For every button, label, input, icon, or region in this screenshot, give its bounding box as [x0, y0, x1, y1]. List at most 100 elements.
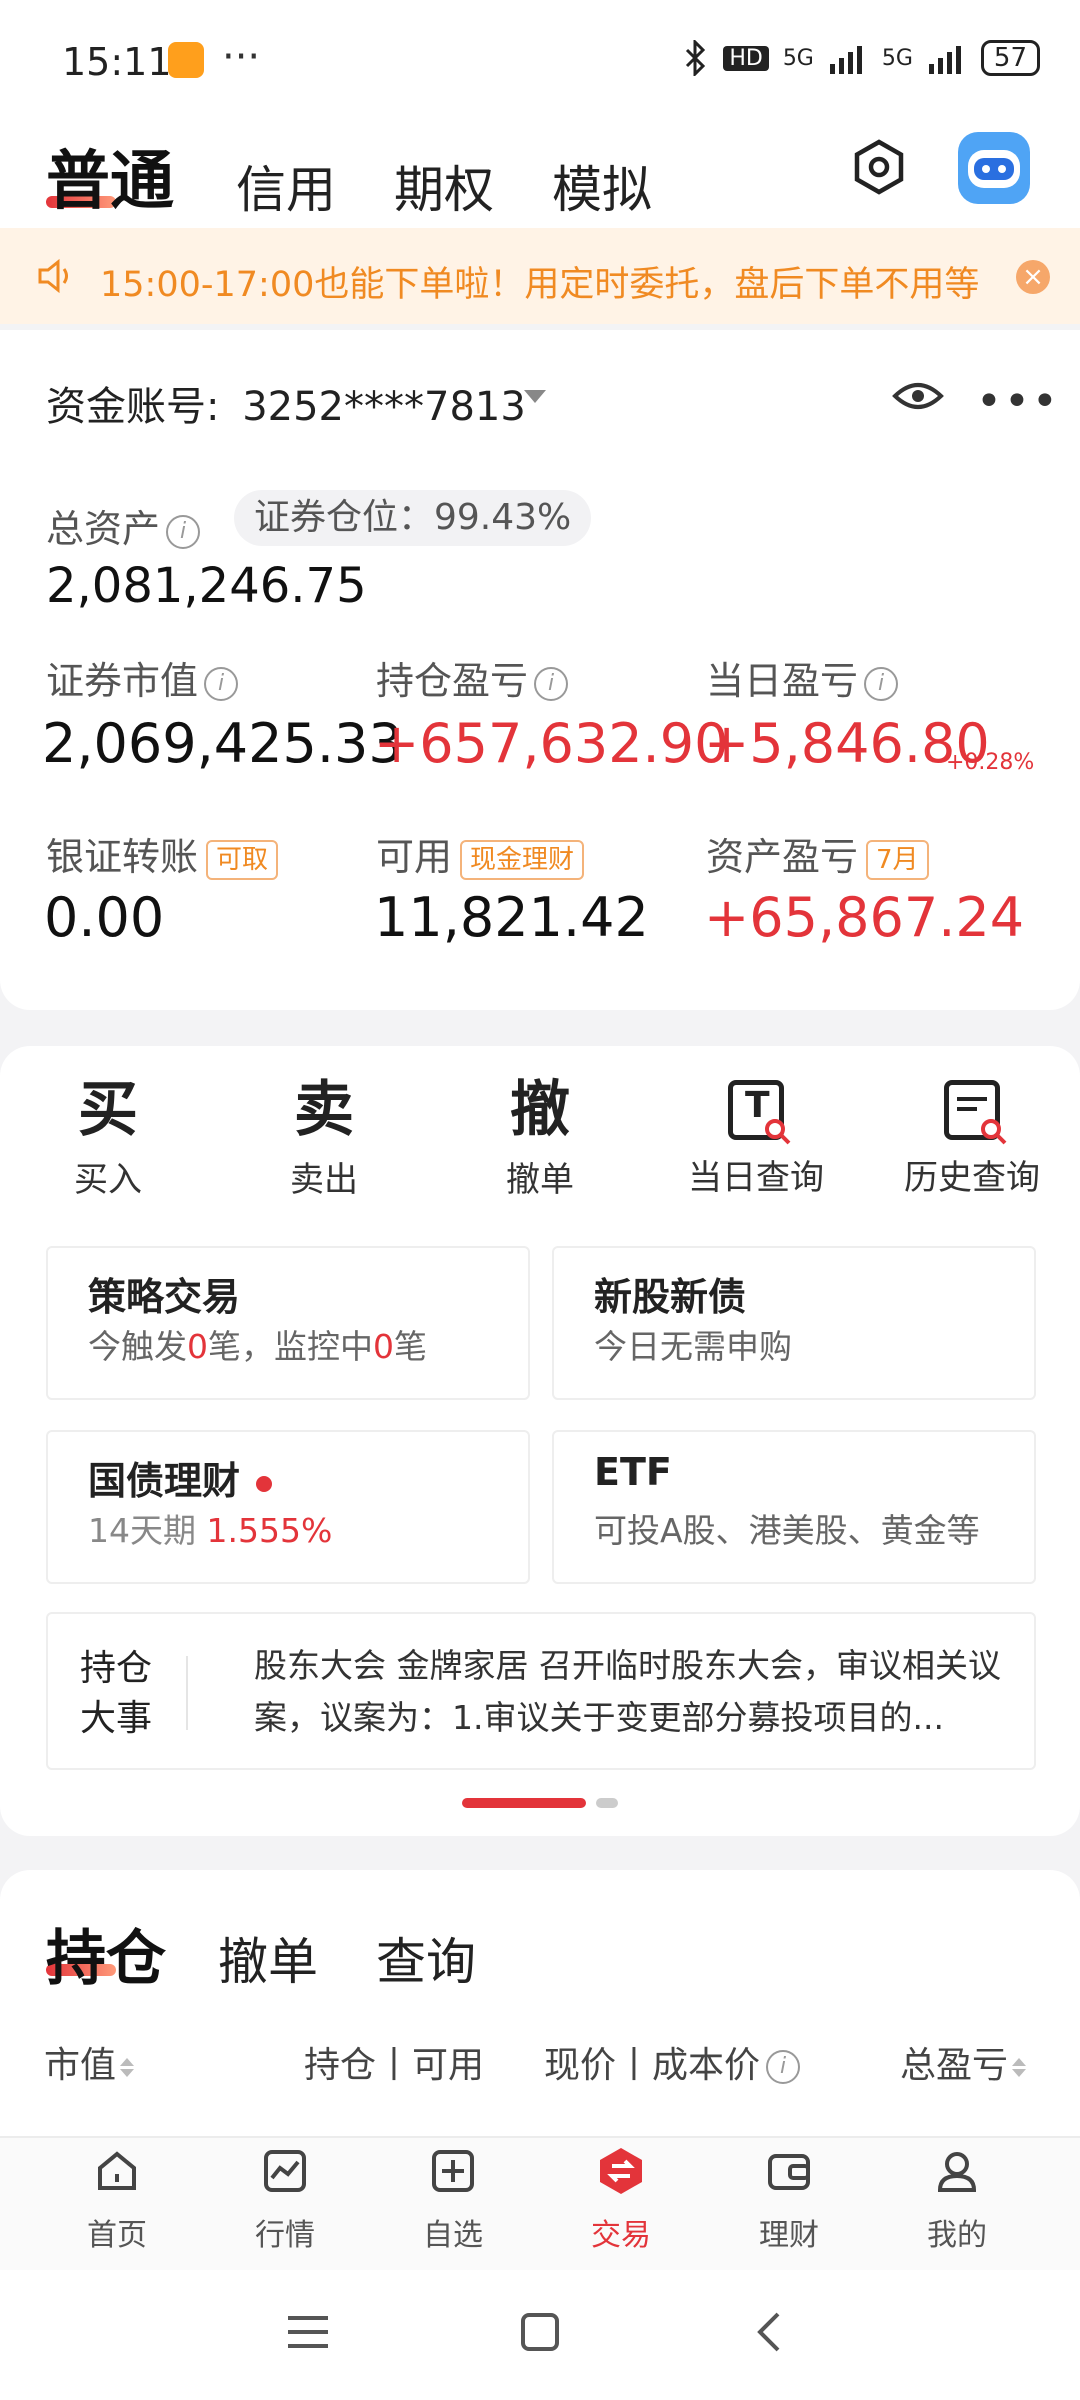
app-notification-icon	[168, 42, 204, 78]
cancel-order-button[interactable]: 撤 撤单	[440, 1070, 640, 1201]
battery-indicator: 57	[980, 40, 1040, 76]
holding-events-label: 持仓 大事	[80, 1648, 153, 1739]
account-selector[interactable]: 资金账号: 3252****7813	[46, 374, 526, 432]
info-icon[interactable]: i	[864, 666, 899, 701]
asset-pl-label-wrap[interactable]: 资产盈亏 7月	[706, 826, 929, 881]
info-icon[interactable]: i	[534, 666, 569, 701]
back-icon[interactable]	[754, 2310, 784, 2354]
menu-icon[interactable]	[286, 2312, 330, 2352]
today-query-button[interactable]: T 当日查询	[656, 1070, 856, 1199]
col-market-value[interactable]: 市值	[44, 2036, 135, 2088]
nav-market[interactable]: 行情	[210, 2146, 360, 2254]
ipo-bond-title: 新股新债	[594, 1275, 747, 1319]
status-more-icon: ···	[222, 34, 261, 80]
tab-cancel-orders[interactable]: 撤单	[218, 1922, 318, 1994]
holding-events-card[interactable]: 持仓 大事 股东大会 金牌家居 召开临时股东大会，审议相关议案，议案为：1.审议…	[46, 1612, 1036, 1770]
available-label: 可用	[376, 835, 453, 879]
buy-icon: 买	[78, 1075, 138, 1145]
transfer-tag[interactable]: 可取	[206, 839, 279, 880]
cash-management-tag[interactable]: 现金理财	[460, 839, 585, 880]
tab-query[interactable]: 查询	[376, 1922, 476, 1994]
daily-pl-label: 当日盈亏	[706, 659, 859, 703]
holding-pl-label: 持仓盈亏	[376, 659, 529, 703]
wallet-icon	[768, 2154, 810, 2190]
tab-holdings[interactable]: 持仓	[46, 1910, 166, 1997]
account-label: 资金账号:	[46, 384, 220, 430]
daily-pl-label-wrap: 当日盈亏 i	[706, 650, 899, 705]
treasury-finance-sub: 14天期 1.555%	[88, 1511, 333, 1550]
buy-label: 买入	[74, 1160, 142, 1200]
asset-pl-label: 资产盈亏	[706, 835, 859, 879]
exchange-icon	[600, 2148, 642, 2194]
assistant-robot-icon[interactable]	[958, 132, 1030, 204]
close-icon[interactable]: ×	[1016, 260, 1050, 294]
ipo-bond-tile[interactable]: 新股新债 今日无需申购	[552, 1246, 1036, 1400]
etf-sub: 可投A股、港美股、黄金等	[594, 1511, 980, 1550]
nav-watchlist[interactable]: 自选	[378, 2146, 528, 2254]
buy-button[interactable]: 买 买入	[8, 1070, 208, 1201]
treasury-finance-title: 国债理财	[88, 1450, 273, 1505]
history-query-label: 历史查询	[904, 1158, 1040, 1198]
total-assets-value: 2,081,246.75	[46, 558, 367, 614]
status-time: 15:11	[62, 40, 172, 84]
eye-icon[interactable]	[892, 376, 944, 416]
strategy-trading-title: 策略交易	[88, 1275, 241, 1319]
available-value: 11,821.42	[374, 886, 649, 949]
transfer-value: 0.00	[44, 886, 165, 949]
transfer-label: 银证转账	[46, 835, 199, 879]
holding-events-text: 股东大会 金牌家居 召开临时股东大会，审议相关议案，议案为：1.审议关于变更部分…	[254, 1646, 1001, 1737]
signal-label-2: 5G	[881, 45, 913, 71]
sell-button[interactable]: 卖 卖出	[224, 1070, 424, 1201]
daily-pl-percent: +0.28%	[946, 750, 1035, 775]
divider	[186, 1656, 188, 1730]
position-ratio-badge: 证券仓位：99.43%	[234, 490, 592, 546]
today-query-icon: T	[728, 1080, 791, 1145]
col-position: 持仓丨可用	[304, 2045, 485, 2086]
available-label-wrap[interactable]: 可用 现金理财	[376, 826, 585, 881]
etf-tile[interactable]: ETF 可投A股、港美股、黄金等	[552, 1430, 1036, 1584]
strategy-trading-summary: 今触发0笔，监控中0笔	[88, 1327, 427, 1366]
tab-normal[interactable]: 普通	[46, 130, 174, 222]
col-price[interactable]: 现价丨成本价 i	[544, 2036, 801, 2088]
ipo-bond-sub: 今日无需申购	[594, 1327, 792, 1366]
nav-trade[interactable]: 交易	[546, 2146, 696, 2254]
hd-badge: HD	[723, 45, 769, 71]
sort-icon	[1012, 2057, 1027, 2077]
nav-profile[interactable]: 我的	[882, 2146, 1032, 2254]
home-icon	[98, 2151, 136, 2190]
today-query-label: 当日查询	[688, 1158, 824, 1198]
nav-home[interactable]: 首页	[42, 2146, 192, 2254]
tab-options[interactable]: 期权	[394, 150, 494, 222]
treasury-finance-tile[interactable]: 国债理财 14天期 1.555%	[46, 1430, 530, 1584]
speaker-icon	[38, 258, 68, 294]
holding-pl-label-wrap: 持仓盈亏 i	[376, 650, 569, 705]
col-total-pl[interactable]: 总盈亏	[900, 2036, 1027, 2088]
total-assets-label-wrap: 总资产 i	[46, 498, 201, 553]
etf-title: ETF	[594, 1450, 672, 1494]
carousel-indicator	[596, 1798, 618, 1808]
red-dot-badge	[256, 1475, 273, 1492]
chart-icon	[264, 2150, 306, 2192]
status-indicators: HD 5G 5G 57	[683, 40, 1040, 76]
tab-simulation[interactable]: 模拟	[552, 150, 652, 222]
info-icon[interactable]: i	[204, 666, 239, 701]
cancel-order-label: 撤单	[506, 1160, 574, 1200]
info-icon[interactable]: i	[166, 514, 201, 549]
month-tag[interactable]: 7月	[866, 839, 929, 880]
signal-bars-icon	[829, 46, 862, 74]
home-square-icon[interactable]	[520, 2312, 560, 2352]
market-value-label: 证券市值	[46, 659, 199, 703]
tab-credit[interactable]: 信用	[236, 150, 336, 222]
transfer-label-wrap[interactable]: 银证转账 可取	[46, 826, 279, 881]
history-query-button[interactable]: 历史查询	[872, 1070, 1072, 1199]
total-assets-label: 总资产	[46, 507, 161, 551]
market-value: 2,069,425.33	[42, 712, 403, 775]
nav-finance[interactable]: 理财	[714, 2146, 864, 2254]
sell-label: 卖出	[290, 1160, 358, 1200]
chevron-down-icon[interactable]	[524, 390, 546, 403]
account-number: 3252****7813	[242, 384, 526, 430]
more-icon[interactable]: •••	[976, 376, 1060, 427]
settings-icon[interactable]	[850, 138, 908, 196]
strategy-trading-tile[interactable]: 策略交易 今触发0笔，监控中0笔	[46, 1246, 530, 1400]
info-icon[interactable]: i	[766, 2050, 801, 2084]
